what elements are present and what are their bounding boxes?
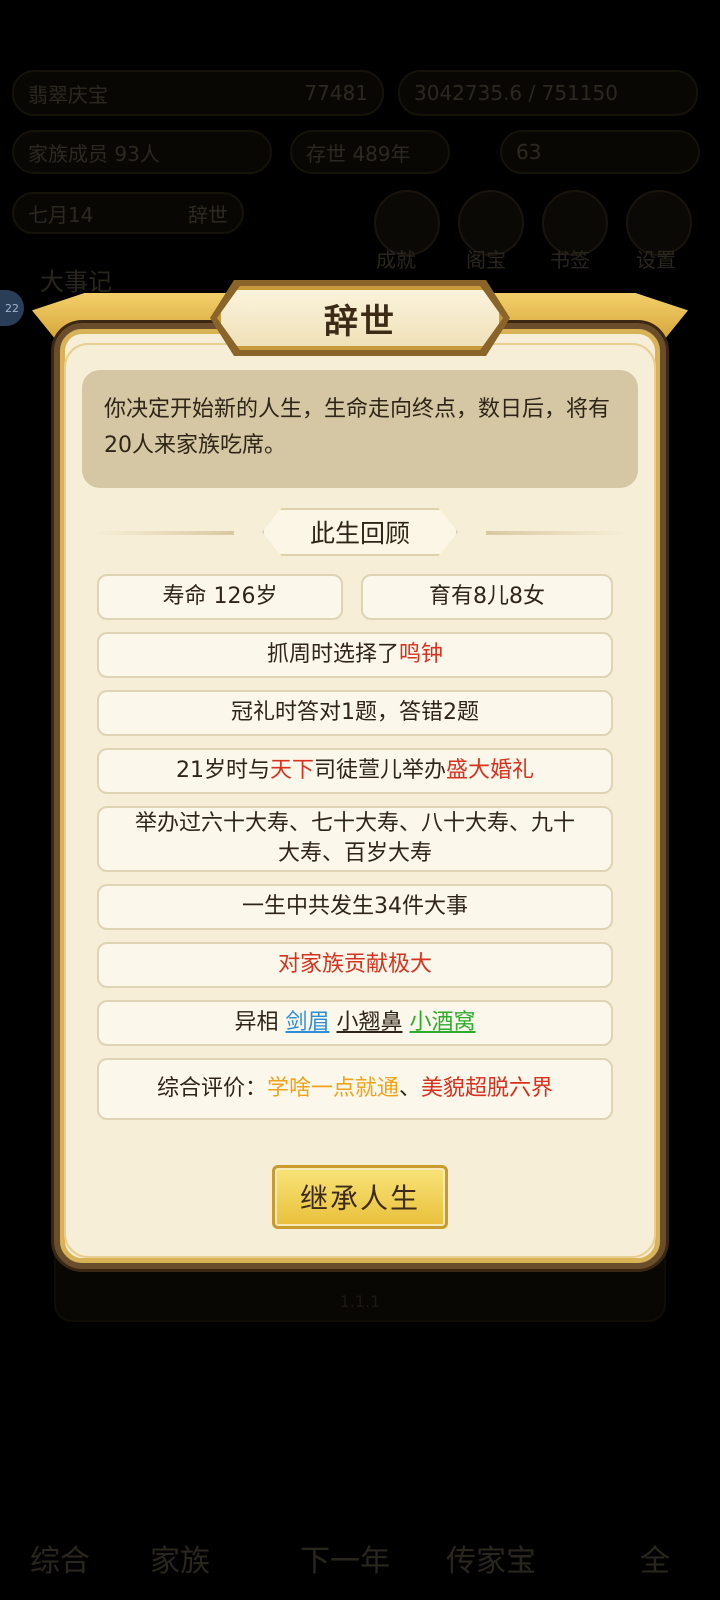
bg-family-name: 翡翠庆宝 xyxy=(28,82,108,107)
dialog-title: 辞世 xyxy=(324,301,396,342)
zhuazhou-item: 鸣钟 xyxy=(399,642,444,667)
bg-coins: 77481 xyxy=(304,81,368,105)
feature-link[interactable]: 剑眉 xyxy=(285,1008,329,1038)
bg-events-title: 大事记 xyxy=(40,268,112,296)
bg-exp: 3042735.6 / 751150 xyxy=(414,81,618,105)
evaluation-prefix: 综合评价： xyxy=(156,1076,267,1101)
feature-link[interactable]: 小翘鼻 xyxy=(337,1008,403,1038)
children-cell: 育有8儿8女 xyxy=(361,574,613,620)
bg-nav-heirloom: 传家宝 xyxy=(446,1544,536,1579)
bg-death: 辞世 xyxy=(188,202,228,227)
bg-nav-family: 家族 xyxy=(150,1544,210,1579)
life-review-header: 此生回顾 xyxy=(94,508,626,556)
evaluation-row: 综合评价： 学啥一点就通、美貌超脱六界 xyxy=(97,1058,613,1120)
lifespan-cell: 寿命 126岁 xyxy=(97,574,343,620)
bg-nav-more: 全 xyxy=(640,1544,670,1579)
bg-gold: 63 xyxy=(516,140,542,164)
death-message: 你决定开始新的人生，生命走向终点，数日后，将有20人来家族吃席。 xyxy=(82,370,638,488)
divider-line xyxy=(486,531,626,535)
birthdays-row: 举办过六十大寿、七十大寿、八十大寿、九十大寿、百岁大寿 xyxy=(97,806,613,872)
feature-link[interactable]: 小酒窝 xyxy=(410,1008,476,1038)
divider-line xyxy=(94,531,234,535)
bg-members: 家族成员 93人 xyxy=(28,141,160,166)
zhuazhou-row: 抓周时选择了 鸣钟 xyxy=(97,632,613,678)
bg-icon-label: 书签 xyxy=(550,248,590,272)
bg-wealth-pill: 翡翠庆宝 77481 xyxy=(12,70,384,116)
bg-exp-pill: 3042735.6 / 751150 xyxy=(398,70,698,116)
zhuazhou-prefix: 抓周时选择了 xyxy=(266,642,399,667)
bg-date: 七月14 xyxy=(28,202,94,227)
marriage-prefix: 21岁时与 xyxy=(175,758,270,783)
inherit-life-button[interactable]: 继承人生 xyxy=(272,1165,448,1229)
marriage-mid: 司徒萱儿举办 xyxy=(313,758,446,783)
bg-age-pill: 存世 489年 xyxy=(290,130,450,174)
bg-nav-overview: 综合 xyxy=(30,1544,90,1579)
guanli-row: 冠礼时答对1题，答错2题 xyxy=(97,690,613,736)
bg-members-pill: 家族成员 93人 xyxy=(12,130,272,174)
marriage-event: 盛大婚礼 xyxy=(446,758,535,783)
bg-date-pill: 七月14 辞世 xyxy=(12,192,244,234)
bg-gold-pill: 63 xyxy=(500,130,700,174)
evaluation-trait-2: 美貌超脱六界 xyxy=(421,1076,554,1101)
evaluation-separator: 、 xyxy=(399,1076,422,1101)
bg-version: 1.1.1 xyxy=(339,1292,381,1311)
bg-icon-label: 阁宝 xyxy=(466,248,506,272)
events-row: 一生中共发生34件大事 xyxy=(97,884,613,930)
features-row: 异相 剑眉 小翘鼻 小酒窝 xyxy=(97,1000,613,1046)
features-prefix: 异相 xyxy=(234,1010,279,1035)
section-title: 此生回顾 xyxy=(262,508,458,556)
bg-nav-next-year: 下一年 xyxy=(300,1544,390,1579)
bg-icon-label: 设置 xyxy=(636,248,676,272)
marriage-clan: 天下 xyxy=(269,758,314,783)
bg-icon-label: 成就 xyxy=(376,248,416,272)
evaluation-trait-1: 学啥一点就通 xyxy=(266,1076,399,1101)
bg-age: 存世 489年 xyxy=(306,141,411,166)
life-review-list[interactable]: 寿命 126岁 育有8儿8女 抓周时选择了 鸣钟 冠礼时答对1题，答错2题 21岁… xyxy=(97,574,623,1120)
marriage-row: 21岁时与 天下 司徒萱儿举办 盛大婚礼 xyxy=(97,748,613,794)
title-plate: 辞世 xyxy=(217,286,503,350)
contribution-row: 对家族贡献极大 xyxy=(97,942,613,988)
